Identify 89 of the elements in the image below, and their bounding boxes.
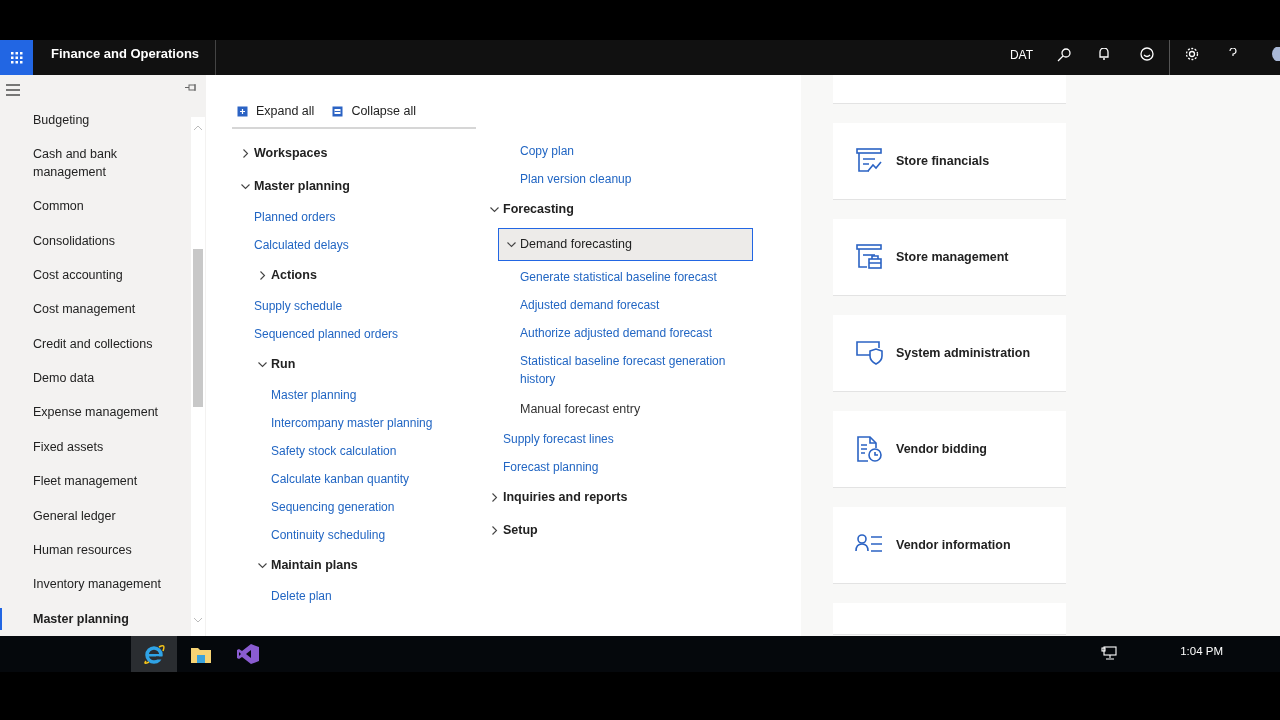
help-icon bbox=[1229, 47, 1237, 58]
menu-link[interactable]: Authorize adjusted demand forecast bbox=[520, 319, 742, 347]
waffle-icon bbox=[10, 51, 23, 64]
pin-icon[interactable] bbox=[185, 83, 198, 92]
chevron-down-icon bbox=[490, 205, 499, 214]
chevron-down-icon bbox=[241, 182, 250, 191]
menu-link[interactable]: Sequenced planned orders bbox=[254, 320, 476, 348]
folder-icon[interactable] bbox=[191, 645, 211, 663]
scrollbar[interactable] bbox=[191, 117, 205, 636]
menu-link[interactable]: Plan version cleanup bbox=[520, 165, 742, 193]
sidebar-item[interactable]: Master planning bbox=[0, 601, 190, 636]
chevron-right-icon bbox=[490, 526, 499, 535]
document-clock-icon bbox=[855, 435, 883, 463]
sidebar-item[interactable]: General ledger bbox=[0, 498, 190, 533]
workspace-tile[interactable]: Vendor information bbox=[833, 507, 1066, 583]
sidebar-item[interactable]: Inventory management bbox=[0, 567, 190, 602]
menu-group[interactable]: Forecasting bbox=[486, 193, 574, 226]
sidebar-item[interactable]: Human resources bbox=[0, 532, 190, 568]
menu-link[interactable]: Copy plan bbox=[520, 137, 742, 165]
menu-group[interactable]: Master planning bbox=[237, 170, 350, 203]
sidebar-item[interactable]: Common bbox=[0, 188, 190, 224]
workspace-tile[interactable]: Store management bbox=[833, 219, 1066, 295]
menu-link[interactable]: Forecast planning bbox=[503, 453, 725, 481]
chevron-right-icon bbox=[241, 149, 250, 158]
menu-link[interactable]: Master planning bbox=[271, 381, 486, 409]
clock-time[interactable]: 1:04 PM bbox=[1180, 643, 1223, 661]
menu-link[interactable]: Supply forecast lines bbox=[503, 425, 725, 453]
app-title: Finance and Operations bbox=[51, 44, 201, 63]
tile[interactable] bbox=[833, 603, 1066, 634]
help-button[interactable] bbox=[1229, 47, 1237, 58]
menu-group[interactable]: Demand forecasting bbox=[498, 228, 753, 261]
taskbar-button[interactable] bbox=[131, 636, 177, 672]
sidebar-item[interactable]: Demo data bbox=[0, 360, 190, 396]
menu-link[interactable]: Continuity scheduling bbox=[271, 521, 486, 549]
sidebar-item[interactable]: Fleet management bbox=[0, 464, 190, 499]
sidebar-item[interactable]: Cost accounting bbox=[0, 257, 190, 293]
chevron-down-icon bbox=[507, 240, 516, 249]
menu-link[interactable]: Safety stock calculation bbox=[271, 437, 486, 465]
chevron-right-icon bbox=[258, 271, 267, 280]
bell-icon[interactable] bbox=[1098, 47, 1110, 60]
browser-icon bbox=[143, 643, 165, 665]
sidebar-item[interactable]: Budgeting bbox=[0, 102, 190, 137]
screen-shield-icon bbox=[855, 339, 883, 367]
menu-link[interactable]: Intercompany master planning bbox=[271, 409, 486, 437]
sidebar-item[interactable]: Fixed assets bbox=[0, 429, 190, 465]
sidebar-item[interactable]: Credit and collections bbox=[0, 326, 190, 361]
sidebar-item[interactable]: Consolidations bbox=[0, 223, 190, 258]
expand-all-button[interactable]: Expand all bbox=[237, 102, 315, 121]
sidebar-item[interactable]: Cash and bank management bbox=[0, 136, 190, 189]
collapse-icon bbox=[332, 106, 344, 117]
chevron-right-icon bbox=[490, 493, 499, 502]
menu-group[interactable]: Maintain plans bbox=[254, 549, 358, 582]
menu-link[interactable]: Adjusted demand forecast bbox=[520, 291, 742, 319]
visual-studio-icon[interactable] bbox=[237, 644, 259, 664]
chevron-down-icon bbox=[258, 561, 267, 570]
menu-icon[interactable] bbox=[6, 83, 20, 96]
sidebar-item[interactable]: Cost management bbox=[0, 292, 190, 327]
menu-link[interactable]: Statistical baseline forecast generation history bbox=[520, 347, 742, 393]
chevron-down-icon bbox=[258, 360, 267, 369]
menu-link[interactable]: Calculate kanban quantity bbox=[271, 465, 486, 493]
store-chart-icon bbox=[855, 147, 883, 175]
avatar-icon[interactable] bbox=[1270, 46, 1280, 61]
tile[interactable] bbox=[833, 75, 1066, 103]
menu-link[interactable]: Supply schedule bbox=[254, 292, 476, 320]
store-briefcase-icon bbox=[855, 243, 883, 271]
company-label[interactable]: DAT bbox=[1009, 45, 1033, 64]
menu-group[interactable]: Inquiries and reports bbox=[486, 481, 628, 514]
menu-link[interactable]: Delete plan bbox=[271, 582, 486, 610]
menu-link[interactable]: Generate statistical baseline forecast bbox=[520, 263, 742, 291]
menu-group[interactable]: Run bbox=[254, 348, 296, 381]
workspace-tile[interactable]: Store financials bbox=[833, 123, 1066, 199]
workspace-tile[interactable]: Vendor bidding bbox=[833, 411, 1066, 487]
expand-icon bbox=[237, 106, 248, 117]
menu-item[interactable]: Manual forecast entry bbox=[520, 393, 753, 425]
menu-group[interactable]: Setup bbox=[486, 514, 538, 547]
app-launcher-button[interactable] bbox=[0, 40, 33, 75]
collapse-all-button[interactable]: Collapse all bbox=[332, 102, 416, 121]
workspace-tile[interactable]: System administration bbox=[833, 315, 1066, 391]
menu-group[interactable]: Actions bbox=[254, 259, 317, 292]
sidebar-item[interactable]: Expense management bbox=[0, 395, 190, 430]
scrollbar-thumb[interactable] bbox=[193, 249, 203, 407]
network-icon[interactable] bbox=[1101, 645, 1118, 660]
menu-link[interactable]: Sequencing generation bbox=[271, 493, 486, 521]
settings-icon[interactable] bbox=[1185, 46, 1199, 61]
search-icon[interactable] bbox=[1057, 47, 1071, 62]
smiley-icon[interactable] bbox=[1140, 46, 1154, 61]
menu-group[interactable]: Workspaces bbox=[237, 137, 328, 170]
menu-link[interactable]: Calculated delays bbox=[254, 231, 476, 259]
menu-link[interactable]: Planned orders bbox=[254, 203, 476, 231]
